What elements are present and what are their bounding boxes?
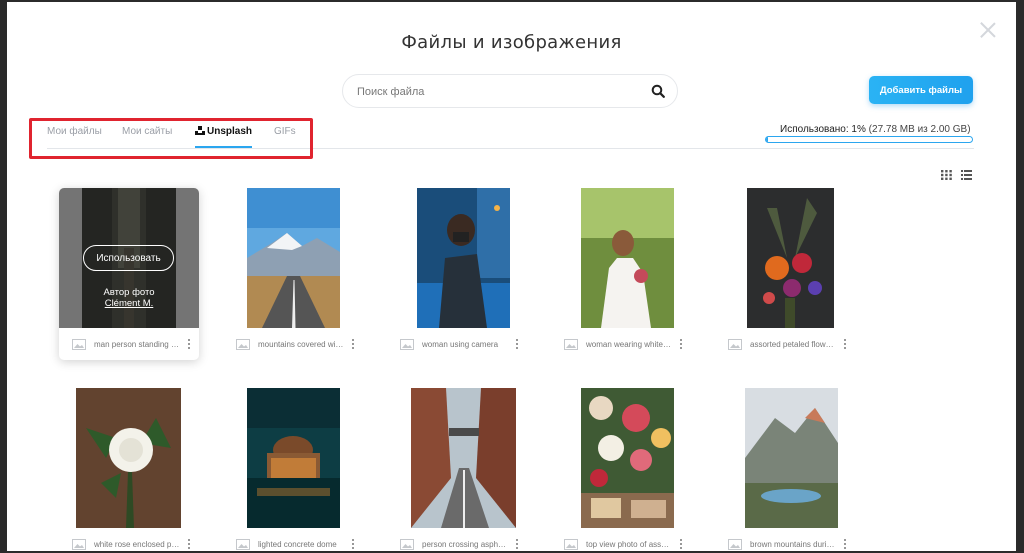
image-caption: woman using camera (422, 340, 499, 349)
image-card[interactable]: top view photo of assorted flowers (551, 388, 691, 551)
more-options-icon[interactable] (187, 539, 191, 551)
image-thumbnail[interactable] (387, 388, 527, 528)
image-caption: mountains covered with snow (258, 340, 344, 349)
image-thumbnail[interactable]: Использовать Автор фото Clément M. (59, 188, 199, 328)
more-options-icon[interactable] (679, 339, 683, 351)
image-caption: top view photo of assorted flowers (586, 540, 672, 549)
image-caption: white rose enclosed photo (94, 540, 180, 549)
image-card[interactable]: woman wearing white dress (551, 188, 691, 360)
image-card[interactable]: lighted concrete dome (223, 388, 363, 551)
grid-view-icon[interactable] (941, 170, 952, 180)
image-caption: lighted concrete dome (258, 540, 337, 549)
thumbnail-art (581, 188, 674, 328)
tab-unsplash[interactable]: Unsplash (195, 126, 253, 148)
file-manager-modal: Файлы и изображения Добавить файлы Мои ф… (7, 2, 1016, 551)
storage-usage-label: Использовано: 1% (780, 124, 866, 135)
image-card[interactable]: assorted petaled flowers (715, 188, 855, 360)
image-card[interactable]: white rose enclosed photo (59, 388, 199, 551)
tabs-divider (47, 148, 974, 149)
image-thumbnail[interactable] (715, 188, 855, 328)
image-card[interactable]: mountains covered with snow (223, 188, 363, 360)
more-options-icon[interactable] (679, 539, 683, 551)
backdrop (0, 0, 6, 553)
photo-author-label: Автор фото (103, 287, 155, 298)
image-thumbnail[interactable] (551, 388, 691, 528)
tab-gifs[interactable]: GIFs (274, 126, 296, 148)
card-caption-row: brown mountains during daytime (715, 536, 855, 551)
image-icon (72, 339, 86, 350)
image-icon (728, 339, 742, 350)
image-icon (236, 539, 250, 550)
image-icon (400, 339, 414, 350)
thumbnail-art (247, 388, 340, 528)
photo-author-link[interactable]: Clément M. (59, 298, 199, 309)
image-icon (72, 539, 86, 550)
thumbnail-art (247, 188, 340, 328)
modal-title: Файлы и изображения (401, 32, 622, 53)
thumbnail-art (411, 388, 516, 528)
image-caption: woman wearing white dress (586, 340, 672, 349)
tab-unsplash-label: Unsplash (207, 126, 253, 137)
card-caption-row: person crossing asphalt road (387, 536, 527, 551)
image-thumbnail[interactable] (59, 388, 199, 528)
more-options-icon[interactable] (187, 339, 191, 351)
card-caption-row: man person standing in forest (59, 336, 199, 352)
image-thumbnail[interactable] (223, 188, 363, 328)
image-card[interactable]: person crossing asphalt road (387, 388, 527, 551)
thumbnail-art (747, 188, 834, 328)
card-caption-row: white rose enclosed photo (59, 536, 199, 551)
storage-progress-bar (765, 136, 973, 143)
tab-my-files[interactable]: Мои файлы (47, 126, 102, 148)
card-caption-row: mountains covered with snow (223, 336, 363, 352)
image-card[interactable]: brown mountains during daytime (715, 388, 855, 551)
hover-overlay: Использовать Автор фото Clément M. (59, 188, 199, 328)
image-thumbnail[interactable] (387, 188, 527, 328)
image-thumbnail[interactable] (223, 388, 363, 528)
card-caption-row: woman using camera (387, 336, 527, 352)
thumbnail-art (745, 388, 838, 528)
search-box (342, 74, 678, 108)
use-image-button[interactable]: Использовать (83, 245, 174, 271)
more-options-icon[interactable] (843, 539, 847, 551)
storage-usage-detail: (27.78 MB из 2.00 GB) (868, 124, 971, 135)
image-caption: person crossing asphalt road (422, 540, 508, 549)
add-files-button[interactable]: Добавить файлы (869, 76, 973, 104)
image-caption: brown mountains during daytime (750, 540, 836, 549)
more-options-icon[interactable] (351, 539, 355, 551)
tab-my-sites[interactable]: Мои сайты (122, 126, 172, 148)
image-thumbnail[interactable] (551, 188, 691, 328)
backdrop (1018, 0, 1024, 553)
image-thumbnail[interactable] (715, 388, 855, 528)
unsplash-logo-icon (195, 126, 205, 135)
image-icon (728, 539, 742, 550)
card-caption-row: assorted petaled flowers (715, 336, 855, 352)
more-options-icon[interactable] (351, 339, 355, 351)
thumbnail-art (581, 388, 674, 528)
more-options-icon[interactable] (515, 539, 519, 551)
image-card[interactable]: Использовать Автор фото Clément M. man p… (59, 188, 199, 360)
image-icon (400, 539, 414, 550)
image-icon (564, 339, 578, 350)
thumbnail-art (76, 388, 181, 528)
thumbnail-art (417, 188, 510, 328)
image-caption: assorted petaled flowers (750, 340, 836, 349)
storage-progress-fill (766, 137, 769, 142)
card-caption-row: lighted concrete dome (223, 536, 363, 551)
card-caption-row: top view photo of assorted flowers (551, 536, 691, 551)
image-card[interactable]: woman using camera (387, 188, 527, 360)
more-options-icon[interactable] (515, 339, 519, 351)
search-input[interactable] (357, 83, 637, 101)
card-caption-row: woman wearing white dress (551, 336, 691, 352)
list-view-icon[interactable] (961, 170, 972, 180)
image-caption: man person standing in forest (94, 340, 180, 349)
image-icon (236, 339, 250, 350)
image-icon (564, 539, 578, 550)
storage-usage: Использовано: 1% (27.78 MB из 2.00 GB) (780, 124, 971, 135)
search-icon[interactable] (651, 84, 665, 98)
more-options-icon[interactable] (843, 339, 847, 351)
